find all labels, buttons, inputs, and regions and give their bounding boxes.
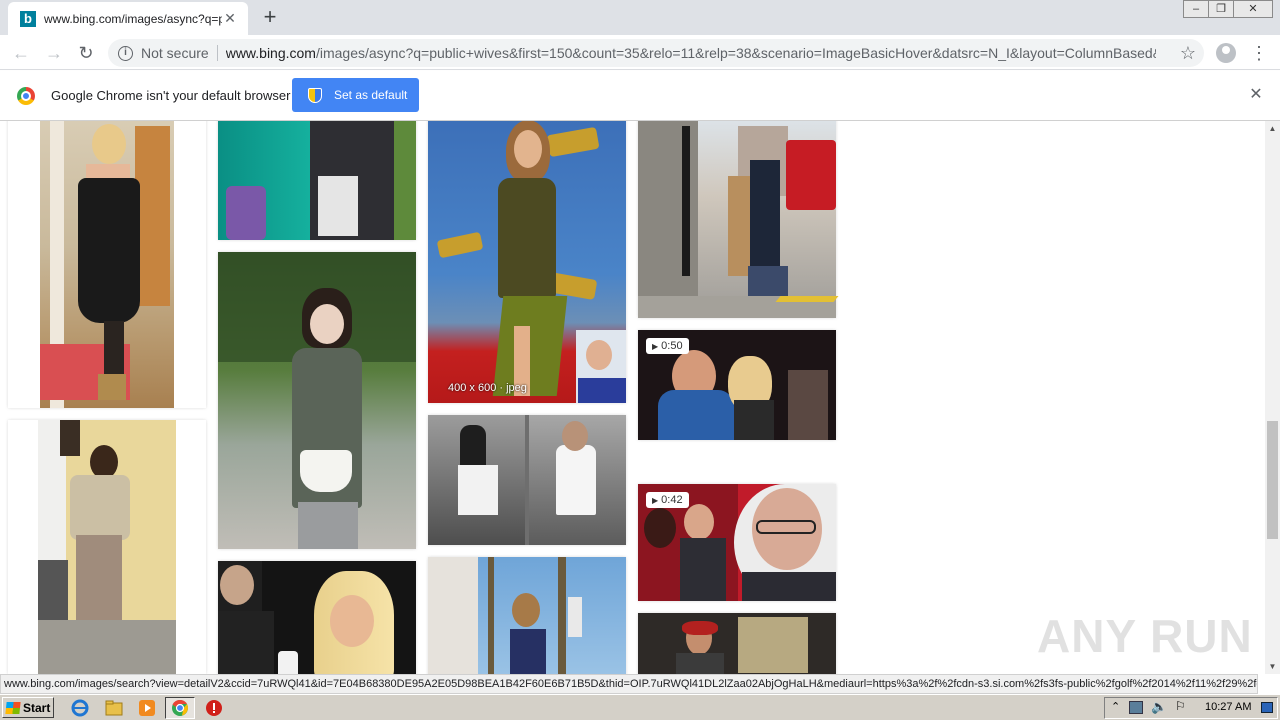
uac-shield-icon	[308, 87, 322, 103]
system-tray: ⌃ 🔈 ⚐	[1104, 697, 1278, 719]
image-result[interactable]	[428, 557, 626, 674]
start-button[interactable]: Start	[2, 697, 54, 718]
internet-explorer-icon[interactable]	[70, 698, 90, 718]
video-duration-badge: ▶ 0:42	[646, 492, 689, 508]
info-icon[interactable]: i	[118, 45, 133, 61]
omnibox-divider	[216, 45, 218, 61]
play-icon: ▶	[652, 496, 659, 505]
antivirus-icon[interactable]	[204, 698, 224, 718]
chrome-logo-icon	[17, 87, 35, 105]
url-host: www.bing.com	[225, 45, 316, 61]
result-image	[218, 561, 416, 674]
link-status-bubble: www.bing.com/images/search?view=detailV2…	[0, 674, 1258, 694]
result-image	[38, 420, 176, 674]
minimize-button[interactable]: ‒	[1183, 0, 1209, 18]
result-image	[218, 121, 416, 240]
video-result[interactable]: ▶ 0:42	[638, 484, 836, 601]
chrome-icon[interactable]	[170, 698, 190, 718]
browser-menu-icon[interactable]: ⋮	[1250, 41, 1268, 65]
scroll-down-arrow-icon[interactable]: ▼	[1265, 659, 1280, 674]
result-image	[428, 121, 626, 403]
video-duration: 0:42	[661, 494, 683, 506]
image-result[interactable]	[428, 415, 626, 545]
security-label[interactable]: Not secure	[141, 45, 209, 61]
back-button[interactable]: ←	[9, 41, 33, 65]
scroll-thumb[interactable]	[1267, 421, 1278, 539]
browser-tab[interactable]: b www.bing.com/images/async?q=pub ✕	[8, 2, 248, 35]
tab-close-icon[interactable]: ✕	[222, 10, 238, 26]
image-result[interactable]	[8, 121, 206, 408]
url-path: /images/async?q=public+wives&first=150&c…	[315, 45, 1156, 61]
anyrun-watermark: ANY RUN	[1037, 610, 1253, 662]
tab-strip: b www.bing.com/images/async?q=pub ✕ + ‒ …	[0, 0, 1280, 35]
default-browser-infobar: Google Chrome isn't your default browser…	[0, 71, 1280, 121]
video-result[interactable]: ▶ 0:50	[638, 330, 836, 440]
taskbar-clock[interactable]: 10:27 AM	[1205, 701, 1251, 713]
infobar-close-icon[interactable]: ✕	[1247, 86, 1265, 104]
profile-avatar-icon[interactable]	[1216, 43, 1236, 63]
url-text[interactable]: www.bing.com/images/async?q=public+wives…	[226, 45, 1156, 61]
result-image	[428, 557, 626, 674]
image-result[interactable]	[638, 121, 839, 318]
image-result[interactable]	[218, 252, 416, 549]
result-image	[428, 415, 626, 545]
result-image	[638, 121, 839, 318]
image-result[interactable]	[218, 561, 416, 674]
result-image	[638, 613, 836, 674]
result-image	[218, 252, 416, 549]
infobar-message: Google Chrome isn't your default browser	[51, 88, 291, 103]
browser-toolbar: ← → ↻ i Not secure www.bing.com/images/a…	[0, 35, 1280, 70]
image-result-hovered[interactable]: 400 x 600 · jpeg	[428, 121, 626, 403]
new-tab-button[interactable]: +	[258, 6, 282, 30]
image-results-grid: 400 x 600 · jpeg ▶ 0:50 ▶ 0:42 ANY RUN	[0, 121, 1265, 674]
reload-button[interactable]: ↻	[74, 41, 98, 65]
volume-icon[interactable]: 🔈	[1151, 699, 1167, 715]
start-label: Start	[23, 700, 51, 715]
windows-taskbar: Start ⌃ 🔈 ⚐ 10:27 AM	[0, 694, 1280, 720]
restore-button[interactable]: ❐	[1208, 0, 1234, 18]
tab-title: www.bing.com/images/async?q=pub	[44, 11, 222, 26]
image-result[interactable]	[8, 420, 206, 674]
network-icon[interactable]	[1129, 701, 1143, 714]
result-image	[40, 121, 174, 408]
play-icon: ▶	[652, 342, 659, 351]
file-explorer-icon[interactable]	[104, 698, 124, 718]
tray-expand-icon[interactable]: ⌃	[1111, 700, 1120, 713]
video-duration: 0:50	[661, 340, 683, 352]
set-as-default-button[interactable]: Set as default	[292, 78, 419, 112]
video-duration-badge: ▶ 0:50	[646, 338, 689, 354]
action-center-flag-icon[interactable]: ⚐	[1175, 699, 1186, 713]
image-result[interactable]	[218, 121, 416, 240]
windows-logo-icon	[5, 701, 21, 714]
media-player-icon[interactable]	[137, 698, 157, 718]
page-scrollbar[interactable]: ▲ ▼	[1265, 121, 1280, 674]
image-result[interactable]	[638, 613, 836, 674]
set-as-default-label: Set as default	[334, 88, 408, 102]
forward-button[interactable]: →	[42, 41, 66, 65]
scroll-up-arrow-icon[interactable]: ▲	[1265, 121, 1280, 136]
show-desktop-icon[interactable]	[1261, 702, 1273, 713]
address-bar[interactable]: i Not secure www.bing.com/images/async?q…	[108, 39, 1204, 67]
bookmark-star-icon[interactable]: ☆	[1180, 43, 1196, 63]
window-close-button[interactable]: ✕	[1233, 0, 1273, 18]
image-size-label: 400 x 600 · jpeg	[448, 382, 527, 394]
bing-favicon-icon: b	[20, 10, 36, 27]
